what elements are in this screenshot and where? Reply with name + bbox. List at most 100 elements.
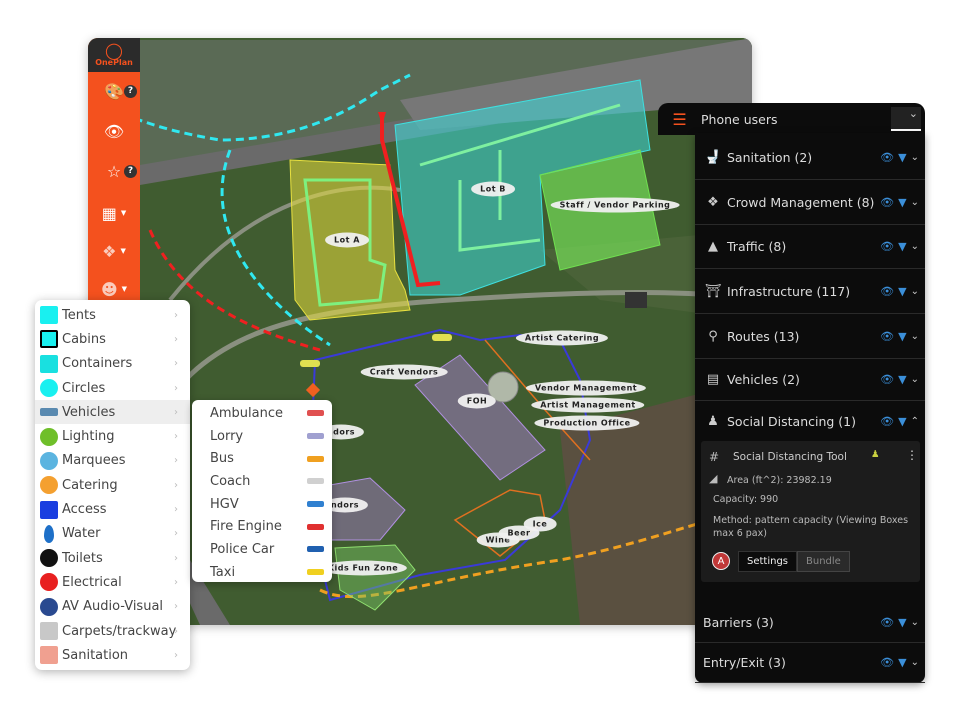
menu-item-lighting[interactable]: Lighting › (35, 424, 190, 448)
eye-icon[interactable]: 👁 (880, 240, 894, 253)
filter-icon[interactable]: ▼ (898, 415, 906, 428)
menu-item-circles[interactable]: Circles › (35, 376, 190, 400)
menu-item-access[interactable]: Access › (35, 497, 190, 521)
eye-icon[interactable]: 👁 (880, 285, 894, 298)
menu-item-sanitation[interactable]: Sanitation › (35, 643, 190, 667)
vehicles-submenu: Ambulance Lorry Bus Coach HGV Fire Engine Poli… (192, 400, 332, 582)
map-label-artist-catering[interactable]: Artist Catering (515, 330, 609, 346)
chevron-down-icon[interactable]: ⌄ (911, 241, 919, 252)
crowd-tool-button[interactable]: ❖ ▼ (88, 236, 140, 266)
chevron-down-icon[interactable]: ⌄ (911, 197, 919, 208)
collapse-panel-button[interactable]: ⌄ (891, 107, 921, 131)
visibility-button[interactable]: 👁 (88, 116, 140, 146)
chevron-down-icon[interactable]: ⌄ (911, 657, 919, 668)
filter-icon[interactable]: ▼ (898, 196, 906, 209)
layer-row-entry-exit[interactable]: Entry/Exit (3) 👁 ▼ ⌄ (695, 643, 925, 683)
panel-header: ☰ Phone users ⌄ (658, 103, 925, 135)
group-tool-button[interactable]: ☻ ▼ (88, 274, 140, 300)
toilet-icon (40, 549, 58, 568)
layer-label: Barriers (3) (703, 615, 774, 630)
vehicle-icon: ▤ (706, 372, 720, 387)
eye-icon[interactable]: 👁 (880, 656, 894, 669)
menu-item-tents[interactable]: Tents › (35, 303, 190, 327)
more-options-icon[interactable]: ⋮ (906, 448, 918, 462)
layer-row-vehicles[interactable]: ▤ Vehicles (2) 👁 ▼ ⌄ (695, 359, 925, 401)
help-icon[interactable]: ? (124, 84, 137, 98)
eye-icon[interactable]: 👁 (880, 616, 894, 629)
chevron-right-icon: › (174, 382, 178, 394)
filter-icon[interactable]: ▼ (898, 285, 906, 298)
layer-label: Infrastructure (117) (727, 283, 851, 299)
filter-icon[interactable]: ▼ (898, 330, 906, 343)
map-label-kids-fun-zone[interactable]: Kids Fun Zone (318, 560, 408, 576)
menu-item-carpets-trackway[interactable]: Carpets/trackway › (35, 619, 190, 643)
filter-icon[interactable]: ▼ (898, 616, 906, 629)
caret-down-icon: ▼ (120, 209, 127, 217)
eye-icon[interactable]: 👁 (880, 151, 894, 164)
hatch-area-icon: ▦ (101, 203, 117, 223)
eye-icon[interactable]: 👁 (880, 415, 894, 428)
menu-item-av-audio-visual[interactable]: AV Audio-Visual › (35, 595, 190, 619)
map-label-ice[interactable]: Ice (523, 516, 557, 532)
chevron-up-icon[interactable]: ⌃ (911, 416, 919, 427)
chevron-down-icon[interactable]: ⌄ (911, 152, 919, 163)
map-label-lot-a[interactable]: Lot A (325, 232, 369, 248)
layer-row-social-distancing[interactable]: ♟ Social Distancing (1) 👁 ▼ ⌃ (695, 401, 925, 441)
traffic-cone-icon: ▲ (708, 239, 718, 254)
area-tool-button[interactable]: ▦ ▼ (88, 198, 140, 228)
layer-row-routes[interactable]: ⚲ Routes (13) 👁 ▼ ⌄ (695, 314, 925, 359)
filter-icon[interactable]: ▼ (898, 240, 906, 253)
submenu-item-bus[interactable]: Bus (192, 447, 332, 470)
help-icon[interactable]: ? (124, 164, 137, 178)
eye-icon[interactable]: 👁 (880, 373, 894, 386)
map-label-staff-parking[interactable]: Staff / Vendor Parking (550, 197, 680, 213)
layer-row-traffic[interactable]: ▲ Traffic (8) 👁 ▼ ⌄ (695, 225, 925, 269)
eye-icon: 👁 (103, 121, 125, 141)
map-label-artist-management[interactable]: Artist Management (531, 397, 645, 413)
eye-icon[interactable]: 👁 (880, 330, 894, 343)
layer-row-sanitation[interactable]: 🚽 Sanitation (2) 👁 ▼ ⌄ (695, 135, 925, 180)
map-label-craft-vendors[interactable]: Craft Vendors (360, 364, 448, 380)
lighting-icon (40, 427, 58, 446)
eye-icon[interactable]: 👁 (880, 196, 894, 209)
menu-item-cabins[interactable]: Cabins › (35, 327, 190, 351)
menu-item-vehicles[interactable]: Vehicles › (35, 400, 190, 425)
submenu-item-lorry[interactable]: Lorry (192, 425, 332, 448)
person-icon: ♟ (707, 413, 719, 429)
bundle-button[interactable]: Bundle (797, 551, 850, 572)
menu-item-electrical[interactable]: Electrical › (35, 570, 190, 594)
carpet-icon (40, 622, 58, 640)
layers-list-icon[interactable]: ☰ (658, 110, 701, 129)
menu-item-catering[interactable]: Catering › (35, 473, 190, 497)
menu-item-marquees[interactable]: Marquees › (35, 449, 190, 473)
menu-item-water[interactable]: Water › (35, 522, 190, 546)
menu-item-toilets[interactable]: Toilets › (35, 546, 190, 570)
filter-icon[interactable]: ▼ (898, 656, 906, 669)
chevron-down-icon[interactable]: ⌄ (911, 286, 919, 297)
submenu-item-ambulance[interactable]: Ambulance (192, 402, 332, 425)
submenu-item-hgv[interactable]: HGV (192, 493, 332, 516)
submenu-item-police-car[interactable]: Police Car (192, 538, 332, 561)
settings-button[interactable]: Settings (738, 551, 798, 572)
menu-item-containers[interactable]: Containers › (35, 352, 190, 376)
cabin-icon (40, 330, 58, 349)
chevron-down-icon[interactable]: ⌄ (911, 617, 919, 628)
avatar[interactable]: A (712, 552, 730, 570)
filter-icon[interactable]: ▼ (898, 373, 906, 386)
submenu-item-taxi[interactable]: Taxi (192, 561, 332, 584)
map-label-production-office[interactable]: Production Office (534, 415, 640, 431)
favourites-button[interactable]: ☆? (88, 156, 140, 186)
submenu-item-coach[interactable]: Coach (192, 470, 332, 493)
map-label-vendor-management[interactable]: Vendor Management (525, 380, 647, 396)
chevron-down-icon[interactable]: ⌄ (911, 374, 919, 385)
layer-row-crowd-management[interactable]: ❖ Crowd Management (8) 👁 ▼ ⌄ (695, 180, 925, 225)
map-label-lot-b[interactable]: Lot B (471, 181, 515, 197)
layer-row-barriers[interactable]: Barriers (3) 👁 ▼ ⌄ (695, 603, 925, 643)
layer-row-infrastructure[interactable]: ⛩ Infrastructure (117) 👁 ▼ ⌄ (695, 269, 925, 314)
filter-icon[interactable]: ▼ (898, 151, 906, 164)
palette-button[interactable]: 🎨? (88, 76, 140, 106)
chevron-down-icon[interactable]: ⌄ (911, 331, 919, 342)
chevron-right-icon: › (174, 528, 178, 540)
submenu-item-fire-engine[interactable]: Fire Engine (192, 515, 332, 538)
vehicle-icon (307, 546, 324, 553)
